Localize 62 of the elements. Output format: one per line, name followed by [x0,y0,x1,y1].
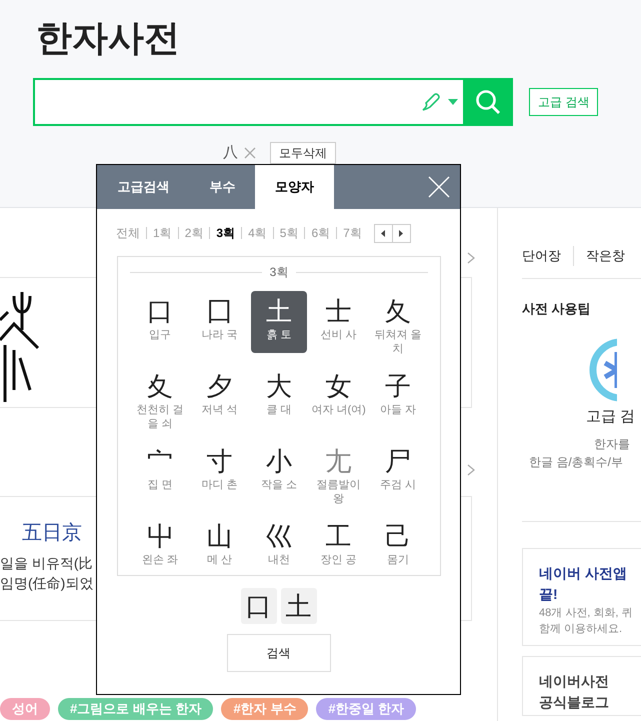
description-text: 일을 비유적(比 [0,554,93,573]
shape-cell[interactable]: 夊 천천히 걸을 쇠 [132,366,188,434]
shape-cell[interactable]: 大 클 대 [250,366,307,428]
promo-title: 끝! [539,584,558,604]
blog-title: 공식블로그 [539,692,609,712]
page-title: 한자사전 [36,16,180,60]
shape-cell[interactable]: 士 선비 사 [310,291,367,353]
close-icon [244,147,256,160]
idiom-title: 五日京 [22,519,82,546]
tab[interactable]: 모양자 [255,165,334,209]
picked-shape[interactable]: 土 [280,588,316,624]
previous-button[interactable] [374,224,393,242]
section-title: 사전 사용팁 [522,300,591,318]
toolbar-link[interactable]: 작은창 [573,246,625,266]
search-button[interactable]: 검색 [226,634,330,672]
shape-cell[interactable]: 女 여자 녀(여) [310,366,367,428]
query-character: 八 [223,143,238,163]
shape-cell[interactable]: 夕 저녁 석 [191,366,248,428]
blog-title: 네이버사전 [539,672,609,690]
next-button[interactable] [392,224,411,242]
tip-text: 한글 음/총획수/부 [529,454,624,470]
chevron-right-icon[interactable] [467,252,475,264]
shape-cell[interactable]: 小 작을 소 [250,441,307,503]
picked-shape[interactable]: 口 [240,588,276,624]
tip-text: 한자를 [594,436,630,452]
caret-icon [448,99,458,105]
shape-cell[interactable]: 尢 절름발이 왕 [310,441,367,509]
close-icon [428,176,450,198]
promo-text: 48개 사전, 회화, 퀴 [539,606,633,620]
search-button[interactable] [463,78,513,126]
triangle-right-icon [399,230,404,236]
shape-cell[interactable]: 己 몸기 [370,516,426,578]
tab[interactable]: 부수 [190,165,255,209]
shape-cell[interactable]: 工 장인 공 [310,516,367,578]
blog-card[interactable]: 네이버사전 공식블로그 [522,656,641,716]
shape-cell[interactable]: 囗 나라 국 [191,291,248,353]
close-button[interactable] [428,176,450,198]
shape-cell[interactable]: 夂 뒤쳐져 올 치 [370,291,426,359]
shape-cell[interactable]: 口 입구 [132,291,188,353]
toolbar-link[interactable]: 단어장 [522,246,573,266]
shape-cell[interactable]: 寸 마디 촌 [191,441,248,503]
promo-title: 네이버 사전앱 [539,564,627,582]
tip-title: 고급 검 [586,407,636,427]
search-field[interactable] [33,78,513,126]
description-text: 임명(任命)되었 [0,574,94,593]
shape-cell[interactable]: 山 메 산 [191,516,248,578]
tab[interactable]: 고급검색 [97,165,190,209]
promo-text: 함께 이용하세요. [539,622,622,637]
shape-cell[interactable]: 宀 집 면 [132,441,188,503]
shape-cell[interactable]: 尸 주검 시 [370,441,426,503]
triangle-left-icon [381,230,386,236]
shape-cell[interactable]: 子 아들 자 [370,366,426,428]
shape-cell[interactable]: 巛 내천 [250,516,307,578]
shape-cell[interactable]: 屮 왼손 좌 [132,516,188,578]
remove-button[interactable] [244,147,256,160]
search-icon [475,89,501,115]
clear-all-button[interactable]: 모두삭제 [270,142,336,164]
group-heading: 3획 [270,264,288,281]
stroke-filter[interactable]: 3획 [210,227,242,239]
promo-card[interactable]: 네이버 사전앱 끝! 48개 사전, 회화, 퀴 함께 이용하세요. [522,548,641,646]
shape-cell[interactable]: 土 흙 토 [250,291,307,353]
chevron-right-icon[interactable] [467,464,475,476]
